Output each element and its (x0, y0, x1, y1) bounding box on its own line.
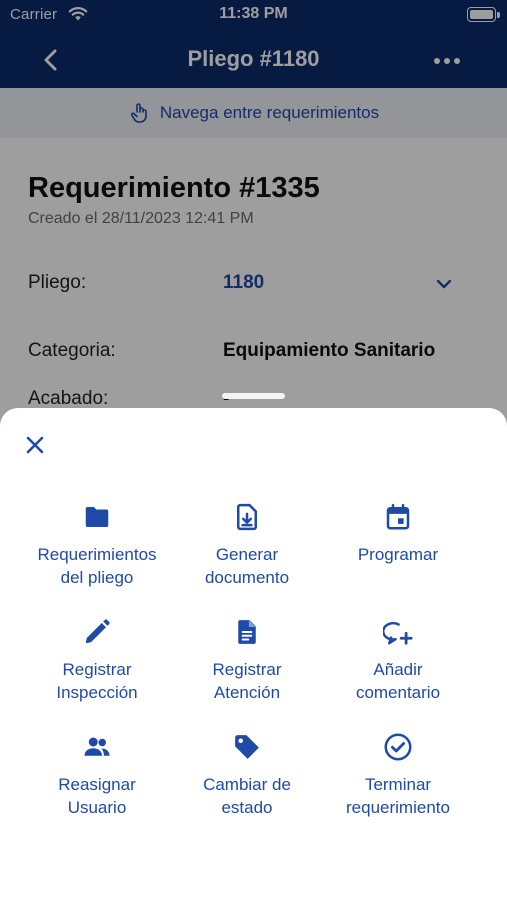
action-label: Inspección (56, 683, 138, 702)
anadir-comentario-button[interactable]: Añadir comentario (318, 617, 478, 704)
download-file-icon (237, 503, 257, 531)
action-label: Registrar (212, 660, 282, 679)
pencil-icon (85, 619, 110, 644)
programar-button[interactable]: Programar (318, 502, 478, 566)
requerimientos-del-pliego-button[interactable]: Requerimientos del pliego (17, 502, 177, 589)
action-label: Generar (215, 545, 279, 564)
action-label: estado (221, 798, 273, 817)
action-label: Terminar (364, 775, 432, 794)
header-dim-overlay (0, 0, 507, 88)
cambiar-de-estado-button[interactable]: Cambiar de estado (167, 732, 327, 819)
add-comment-icon (383, 621, 413, 645)
close-icon[interactable] (22, 432, 48, 458)
reasignar-usuario-button[interactable]: Reasignar Usuario (17, 732, 177, 819)
calendar-icon (386, 503, 410, 530)
action-label: Añadir (373, 660, 423, 679)
action-label: Registrar (62, 660, 132, 679)
terminar-requerimiento-button[interactable]: Terminar requerimiento (318, 732, 478, 819)
action-label: del pliego (60, 568, 134, 587)
action-label: Requerimientos (37, 545, 157, 564)
check-circle-icon (384, 733, 412, 761)
folder-icon (85, 507, 109, 527)
action-label: Programar (357, 545, 439, 564)
generar-documento-button[interactable]: Generar documento (167, 502, 327, 589)
users-icon (84, 737, 110, 756)
registrar-inspeccion-button[interactable]: Registrar Inspección (17, 617, 177, 704)
action-label: Reasignar (58, 775, 136, 794)
action-label: documento (204, 568, 290, 587)
action-label: Usuario (67, 798, 127, 817)
registrar-atencion-button[interactable]: Registrar Atención (167, 617, 327, 704)
action-label: requerimiento (346, 798, 450, 817)
action-label: comentario (355, 683, 441, 702)
document-icon (238, 620, 256, 644)
sheet-grabber[interactable] (222, 393, 285, 399)
actions-bottom-sheet: Requerimientos del pliego Generar docume… (0, 408, 507, 900)
tag-icon (235, 735, 259, 759)
action-label: Atención (213, 683, 281, 702)
action-label: Cambiar de (203, 775, 291, 794)
